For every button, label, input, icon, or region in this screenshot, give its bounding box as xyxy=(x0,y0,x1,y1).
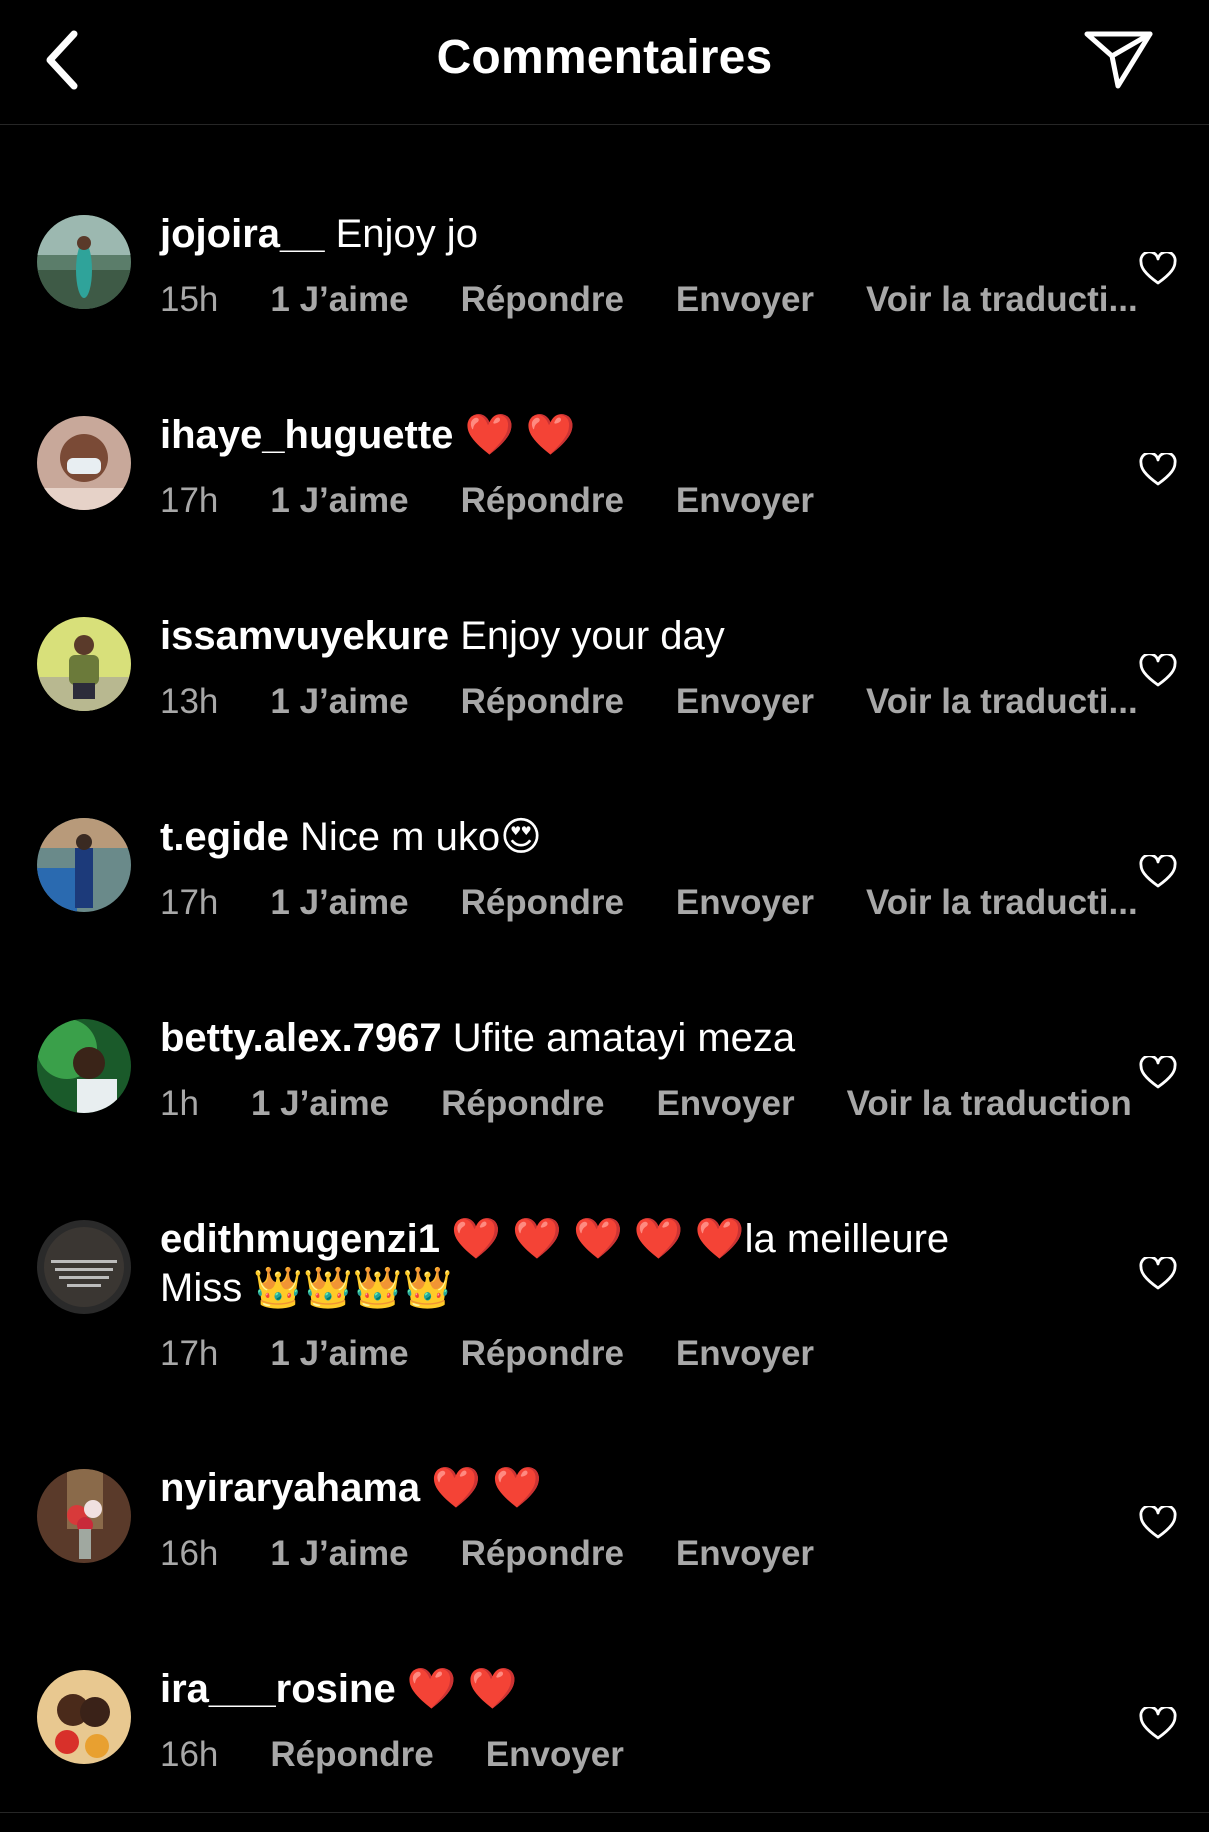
heart-icon xyxy=(1139,1707,1177,1740)
comment-text: issamvuyekure Enjoy your day xyxy=(160,612,1060,661)
comment-meta-row: 13h 1 J’aime Répondre Envoyer Voir la tr… xyxy=(0,682,1209,742)
comment-time: 15h xyxy=(160,280,219,319)
comment-time: 13h xyxy=(160,682,219,721)
comment-time: 16h xyxy=(160,1735,219,1774)
like-button[interactable] xyxy=(1136,1252,1180,1296)
like-button[interactable] xyxy=(1136,247,1180,291)
likes-count[interactable]: 1 J’aime xyxy=(251,1084,389,1124)
likes-count[interactable]: 1 J’aime xyxy=(270,682,408,722)
translate-button[interactable]: Voir la traducti... xyxy=(866,682,1138,722)
likes-count[interactable]: 1 J’aime xyxy=(270,883,408,923)
comment-meta-row: 15h 1 J’aime Répondre Envoyer Voir la tr… xyxy=(0,280,1209,340)
comment-text: t.egide Nice m uko😍 xyxy=(160,813,1060,862)
comment-text: ira___rosine ❤️ ❤️ xyxy=(160,1665,1060,1714)
heart-icon xyxy=(1139,1257,1177,1290)
avatar[interactable] xyxy=(37,1220,131,1314)
comment-meta-row: 17h 1 J’aime Répondre Envoyer Voir la tr… xyxy=(0,883,1209,943)
send-comment-button[interactable]: Envoyer xyxy=(676,1534,814,1574)
comment-text: jojoira__ Enjoy jo xyxy=(160,210,1060,259)
comment-text: ihaye_huguette ❤️ ❤️ xyxy=(160,411,1060,460)
comment-body: Enjoy your day xyxy=(449,614,725,658)
heart-icon xyxy=(1139,654,1177,687)
like-button[interactable] xyxy=(1136,1501,1180,1545)
reply-button[interactable]: Répondre xyxy=(461,481,624,521)
likes-count[interactable]: 1 J’aime xyxy=(270,1534,408,1574)
comment-body: Enjoy jo xyxy=(324,212,478,256)
comment-username[interactable]: jojoira__ xyxy=(160,212,325,256)
comment-username[interactable]: nyiraryahama xyxy=(160,1466,420,1510)
heart-icon xyxy=(1139,453,1177,486)
comment-username[interactable]: ihaye_huguette xyxy=(160,413,453,457)
send-comment-button[interactable]: Envoyer xyxy=(676,883,814,923)
heart-icon xyxy=(1139,1056,1177,1089)
header-bar: Commentaires xyxy=(0,0,1209,125)
reply-button[interactable]: Répondre xyxy=(461,280,624,320)
likes-count[interactable]: 1 J’aime xyxy=(270,280,408,320)
like-button[interactable] xyxy=(1136,1051,1180,1095)
send-comment-button[interactable]: Envoyer xyxy=(676,481,814,521)
like-button[interactable] xyxy=(1136,1702,1180,1746)
reply-button[interactable]: Répondre xyxy=(270,1735,433,1775)
reply-button[interactable]: Répondre xyxy=(461,682,624,722)
translate-button[interactable]: Voir la traducti... xyxy=(866,883,1138,923)
comment-username[interactable]: betty.alex.7967 xyxy=(160,1016,442,1060)
comment-username[interactable]: ira___rosine xyxy=(160,1667,396,1711)
translate-button[interactable]: Voir la traduction xyxy=(847,1084,1132,1124)
heart-icon xyxy=(1139,252,1177,285)
comment-username[interactable]: edithmugenzi1 xyxy=(160,1217,440,1261)
heart-icon xyxy=(1139,855,1177,888)
paper-plane-icon xyxy=(1084,31,1153,89)
comment-body: ❤️ ❤️ xyxy=(453,413,576,457)
reply-button[interactable]: Répondre xyxy=(461,1534,624,1574)
send-comment-button[interactable]: Envoyer xyxy=(676,1334,814,1374)
comment-meta-row: 17h 1 J’aime Répondre Envoyer xyxy=(0,1334,1209,1394)
send-comment-button[interactable]: Envoyer xyxy=(676,682,814,722)
comment-time: 17h xyxy=(160,883,219,922)
comment-time: 17h xyxy=(160,481,219,520)
comment-text: betty.alex.7967 Ufite amatayi meza xyxy=(160,1014,1060,1063)
comment-username[interactable]: t.egide xyxy=(160,815,289,859)
reply-button[interactable]: Répondre xyxy=(441,1084,604,1124)
comment-meta-row: 16h 1 J’aime Répondre Envoyer xyxy=(0,1534,1209,1594)
likes-count[interactable]: 1 J’aime xyxy=(270,1334,408,1374)
comment-time: 1h xyxy=(160,1084,199,1123)
comment-username[interactable]: issamvuyekure xyxy=(160,614,449,658)
reply-button[interactable]: Répondre xyxy=(461,883,624,923)
comment-time: 16h xyxy=(160,1534,219,1573)
send-comment-button[interactable]: Envoyer xyxy=(656,1084,794,1124)
send-button[interactable] xyxy=(1079,24,1159,94)
comment-body: ❤️ ❤️ xyxy=(420,1466,542,1510)
send-comment-button[interactable]: Envoyer xyxy=(486,1735,624,1775)
page-title: Commentaires xyxy=(436,31,773,84)
comment-meta-row: 17h 1 J’aime Répondre Envoyer xyxy=(0,481,1209,541)
reply-button[interactable]: Répondre xyxy=(461,1334,624,1374)
comment-meta-row: 1h 1 J’aime Répondre Envoyer Voir la tra… xyxy=(0,1084,1209,1144)
comment-time: 17h xyxy=(160,1334,219,1373)
send-comment-button[interactable]: Envoyer xyxy=(676,280,814,320)
comment-body: Nice m uko😍 xyxy=(288,815,542,859)
comment-text: edithmugenzi1 ❤️ ❤️ ❤️ ❤️ ❤️la meilleure… xyxy=(160,1215,1040,1313)
like-button[interactable] xyxy=(1136,850,1180,894)
heart-icon xyxy=(1139,1506,1177,1539)
like-button[interactable] xyxy=(1136,448,1180,492)
translate-button[interactable]: Voir la traducti... xyxy=(866,280,1138,320)
comment-body: ❤️ ❤️ xyxy=(395,1667,518,1711)
like-button[interactable] xyxy=(1136,649,1180,693)
bottom-divider xyxy=(0,1812,1209,1813)
comment-meta-row: 16h Répondre Envoyer xyxy=(0,1735,1209,1795)
comment-body: Ufite amatayi meza xyxy=(441,1016,796,1060)
likes-count[interactable]: 1 J’aime xyxy=(270,481,408,521)
comment-text: nyiraryahama ❤️ ❤️ xyxy=(160,1464,1060,1513)
